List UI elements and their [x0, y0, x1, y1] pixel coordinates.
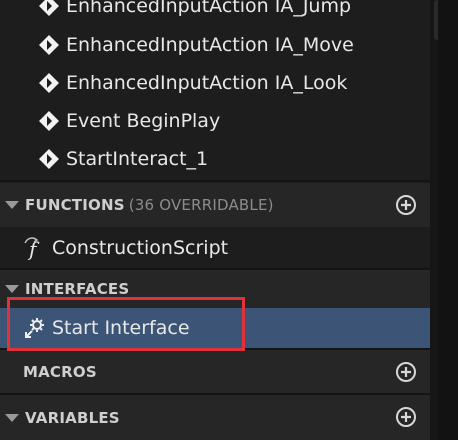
add-variable-button[interactable] — [395, 406, 417, 428]
section-macros[interactable]: MACROS — [0, 350, 430, 394]
event-node-icon — [36, 109, 62, 133]
panel-edge — [438, 0, 458, 440]
annotation-highlight-box — [7, 297, 245, 351]
divider — [0, 180, 430, 182]
scrollbar[interactable] — [430, 0, 458, 440]
event-item-label: EnhancedInputAction IA_Look — [66, 72, 348, 94]
event-node-icon — [36, 33, 62, 57]
add-macro-button[interactable] — [395, 361, 417, 383]
section-title: VARIABLES — [25, 408, 120, 427]
section-functions[interactable]: FUNCTIONS (36 OVERRIDABLE) — [0, 183, 430, 227]
function-item-construction-script[interactable]: f ConstructionScript — [0, 229, 430, 267]
section-variables[interactable]: VARIABLES — [0, 395, 430, 440]
chevron-down-icon[interactable] — [5, 285, 19, 293]
event-node-icon — [36, 147, 62, 171]
plus-circle-icon — [396, 407, 416, 427]
event-item-label: StartInteract_1 — [66, 148, 209, 170]
event-item-begin-play[interactable]: Event BeginPlay — [0, 102, 430, 140]
my-blueprint-panel: EnhancedInputAction IA_Jump EnhancedInpu… — [0, 0, 430, 440]
section-title: FUNCTIONS — [25, 196, 125, 214]
event-node-icon — [36, 71, 62, 95]
add-function-button[interactable] — [395, 194, 417, 216]
event-item-label: Event BeginPlay — [66, 110, 221, 132]
function-icon: f — [22, 235, 48, 261]
event-node-icon — [36, 0, 62, 18]
section-subtitle: (36 OVERRIDABLE) — [128, 196, 274, 214]
function-item-label: ConstructionScript — [52, 237, 229, 259]
event-item-label: EnhancedInputAction IA_Jump — [66, 0, 352, 17]
plus-circle-icon — [396, 195, 416, 215]
event-item-start-interact[interactable]: StartInteract_1 — [0, 140, 430, 178]
chevron-down-icon[interactable] — [5, 201, 19, 209]
event-item-label: EnhancedInputAction IA_Move — [66, 34, 354, 56]
plus-circle-icon — [396, 362, 416, 382]
event-item-ia-move[interactable]: EnhancedInputAction IA_Move — [0, 26, 430, 64]
event-item-ia-look[interactable]: EnhancedInputAction IA_Look — [0, 64, 430, 102]
event-item-ia-jump[interactable]: EnhancedInputAction IA_Jump — [0, 0, 430, 25]
section-title: INTERFACES — [25, 280, 130, 298]
svg-text:f: f — [27, 237, 40, 261]
section-title: MACROS — [23, 363, 97, 381]
chevron-down-icon[interactable] — [5, 413, 19, 422]
